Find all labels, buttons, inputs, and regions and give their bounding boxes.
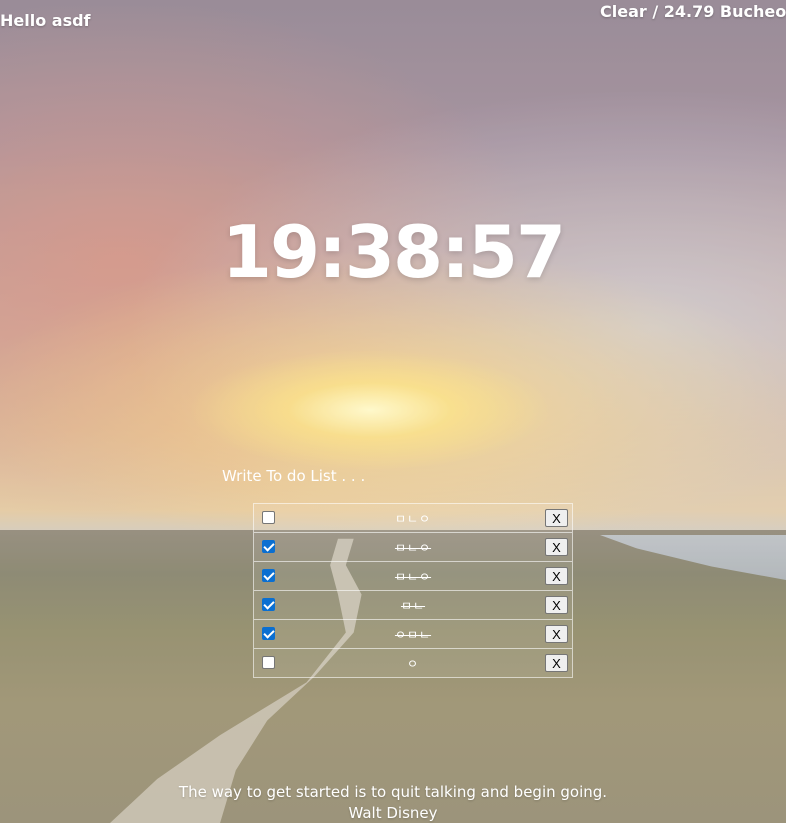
todo-text: ㅁㄴㅇ: [394, 512, 432, 526]
todo-checkbox[interactable]: [262, 569, 275, 582]
todo-item: ㅁㄴㅇ X: [254, 504, 572, 533]
todo-checkbox[interactable]: [262, 656, 275, 669]
clock: 19:38:57: [221, 210, 566, 294]
delete-button[interactable]: X: [545, 654, 568, 672]
delete-button[interactable]: X: [545, 538, 568, 556]
overlay: [0, 0, 786, 823]
quote-author: Walt Disney: [348, 804, 438, 822]
delete-button[interactable]: X: [545, 596, 568, 614]
todo-checkbox[interactable]: [262, 598, 275, 611]
delete-button[interactable]: X: [545, 625, 568, 643]
todo-form: [218, 463, 426, 489]
todo-text: ㅁㄴㅇ: [394, 541, 432, 555]
todo-text: ㅁㄴㅇ: [394, 570, 432, 584]
delete-button[interactable]: X: [545, 567, 568, 585]
greeting-text: Hello asdf: [0, 11, 91, 30]
delete-button[interactable]: X: [545, 509, 568, 527]
todo-item: ㅇ X: [254, 649, 572, 677]
quote-text: The way to get started is to quit talkin…: [178, 783, 608, 801]
todo-text: ㅇ: [406, 657, 420, 671]
todo-item: ㅁㄴㅇ X: [254, 562, 572, 591]
todo-text: ㅇㅁㄴ: [394, 628, 432, 642]
todo-checkbox[interactable]: [262, 627, 275, 640]
todo-item: ㅁㄴ X: [254, 591, 572, 620]
todo-checkbox[interactable]: [262, 540, 275, 553]
todo-item: ㅇㅁㄴ X: [254, 620, 572, 649]
todo-checkbox[interactable]: [262, 511, 275, 524]
todo-input[interactable]: [218, 463, 426, 489]
todo-text: ㅁㄴ: [400, 599, 426, 613]
todo-item: ㅁㄴㅇ X: [254, 533, 572, 562]
todo-list: ㅁㄴㅇ X ㅁㄴㅇ X ㅁㄴㅇ X ㅁㄴ X ㅇㅁㄴ X ㅇ X: [253, 503, 573, 678]
weather-text: Clear / 24.79 Bucheon-s: [600, 2, 786, 21]
background-image: [0, 0, 786, 823]
quote-block: The way to get started is to quit talkin…: [0, 782, 786, 824]
